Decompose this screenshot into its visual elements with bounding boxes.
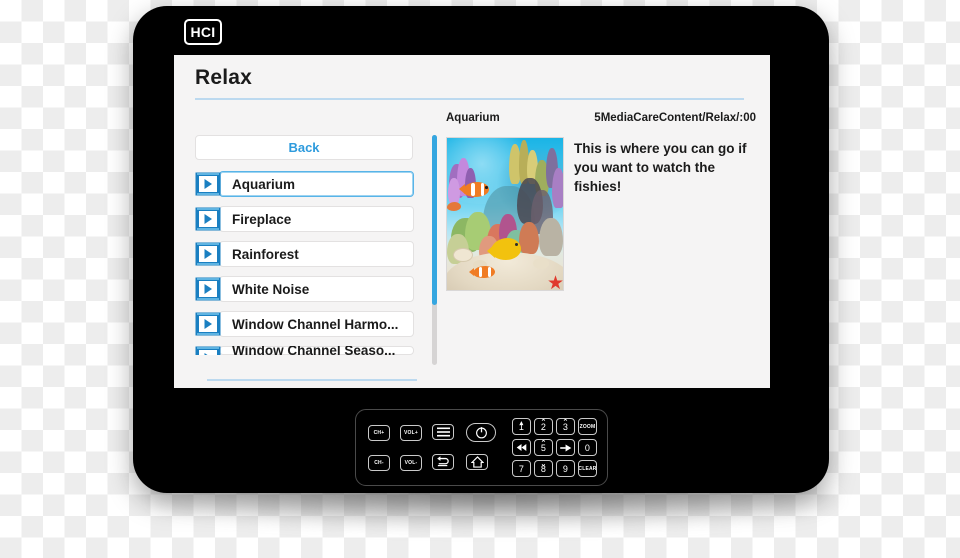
pause-overlay-icon: ⌃ [540, 440, 547, 447]
clear-key[interactable]: CLEAR [578, 460, 597, 477]
title-divider [195, 98, 744, 100]
detail-header: Aquarium 5MediaCareContent/Relax/:00 [446, 112, 756, 128]
page-root: HCI Relax Back Aquarium Fireplace Rainfo… [0, 0, 960, 558]
list-item-box: Rainforest [219, 241, 414, 267]
detail-body: ★ This is where you can go if you want t… [446, 137, 756, 291]
back-button[interactable]: Back [195, 135, 413, 160]
key-8[interactable]: 8 ⌄ [534, 460, 553, 477]
volume-up-key[interactable]: VOL+ [400, 425, 422, 441]
app-screen: Relax Back Aquarium Fireplace Rainforest… [174, 55, 770, 388]
list-item-box: Window Channel Seaso... [219, 346, 414, 355]
detail-title: Aquarium [446, 112, 500, 124]
play-key[interactable] [556, 439, 575, 456]
home-icon [470, 456, 484, 468]
home-key[interactable] [466, 454, 488, 470]
video-play-icon [195, 242, 221, 266]
back-key[interactable] [432, 454, 454, 470]
rewind-icon [516, 444, 527, 451]
volume-down-key[interactable]: VOL- [400, 455, 422, 471]
key-2[interactable]: 2 ⌃ [534, 418, 553, 435]
power-key[interactable] [466, 423, 496, 442]
rewind-key[interactable] [512, 439, 531, 456]
play-icon [559, 443, 571, 452]
tablet-device-bezel: HCI Relax Back Aquarium Fireplace Rainfo… [133, 6, 829, 493]
list-item[interactable]: Fireplace [195, 206, 414, 232]
list-scrollbar[interactable] [432, 135, 437, 365]
key-0[interactable]: 0 [578, 439, 597, 456]
list-item[interactable]: White Noise [195, 276, 414, 302]
video-play-icon [195, 172, 221, 196]
key-9[interactable]: 9 [556, 460, 575, 477]
list-item-label: White Noise [232, 281, 310, 297]
list-fade-overlay [195, 363, 420, 377]
video-play-icon [195, 312, 221, 336]
detail-panel: Aquarium 5MediaCareContent/Relax/:00 Thi… [446, 112, 756, 291]
key-1[interactable]: 1 ▴ [512, 418, 531, 435]
menu-key[interactable] [432, 424, 454, 440]
aquarium-thumbnail[interactable]: ★ [446, 137, 564, 291]
media-list-column: Back Aquarium Fireplace Rainforest White… [195, 135, 420, 381]
up-overlay-icon: ⌃ [540, 419, 547, 426]
video-play-icon [195, 277, 221, 301]
scrollbar-thumb[interactable] [432, 135, 437, 305]
up-overlay-icon: ⌃ [562, 419, 569, 426]
list-item[interactable]: Rainforest [195, 241, 414, 267]
channel-up-key[interactable]: CH+ [368, 425, 390, 441]
list-item-box: White Noise [219, 276, 414, 302]
list-item[interactable]: Aquarium [195, 171, 414, 197]
list-item-label: Fireplace [232, 211, 292, 227]
zoom-key[interactable]: ZOOM [578, 418, 597, 435]
list-item[interactable]: Window Channel Seaso... [195, 346, 414, 355]
list-item-box: Window Channel Harmo... [219, 311, 414, 337]
list-item-label: Rainforest [232, 246, 299, 262]
video-play-icon [195, 346, 221, 355]
hci-logo: HCI [184, 19, 222, 45]
remote-keypad: CH+ VOL+ CH- VOL- 1 ▴ 2 ⌃ 3 ⌃ ZOOM 5 ⌃ 0… [355, 409, 608, 486]
key-5[interactable]: 5 ⌃ [534, 439, 553, 456]
detail-description: This is where you can go if you want to … [574, 141, 747, 195]
list-item-label: Window Channel Seaso... [232, 346, 396, 355]
list-item-label: Window Channel Harmo... [232, 316, 399, 332]
key-7[interactable]: 7 [512, 460, 531, 477]
list-item-box: Fireplace [219, 206, 414, 232]
hci-logo-text: HCI [190, 24, 216, 40]
channel-down-key[interactable]: CH- [368, 455, 390, 471]
list-item[interactable]: Window Channel Harmo... [195, 311, 414, 337]
back-arrow-icon [437, 456, 449, 467]
power-icon [475, 427, 487, 439]
list-item-label: Aquarium [232, 176, 296, 192]
page-title: Relax [195, 66, 253, 89]
up-arrow-overlay-icon: ▴ [519, 420, 524, 427]
video-play-icon [195, 207, 221, 231]
down-overlay-icon: ⌄ [540, 461, 547, 468]
hamburger-menu-icon [436, 427, 450, 436]
list-bottom-divider [207, 379, 417, 381]
list-item-box: Aquarium [219, 171, 414, 197]
detail-path: 5MediaCareContent/Relax/:00 [594, 112, 756, 124]
key-3[interactable]: 3 ⌃ [556, 418, 575, 435]
